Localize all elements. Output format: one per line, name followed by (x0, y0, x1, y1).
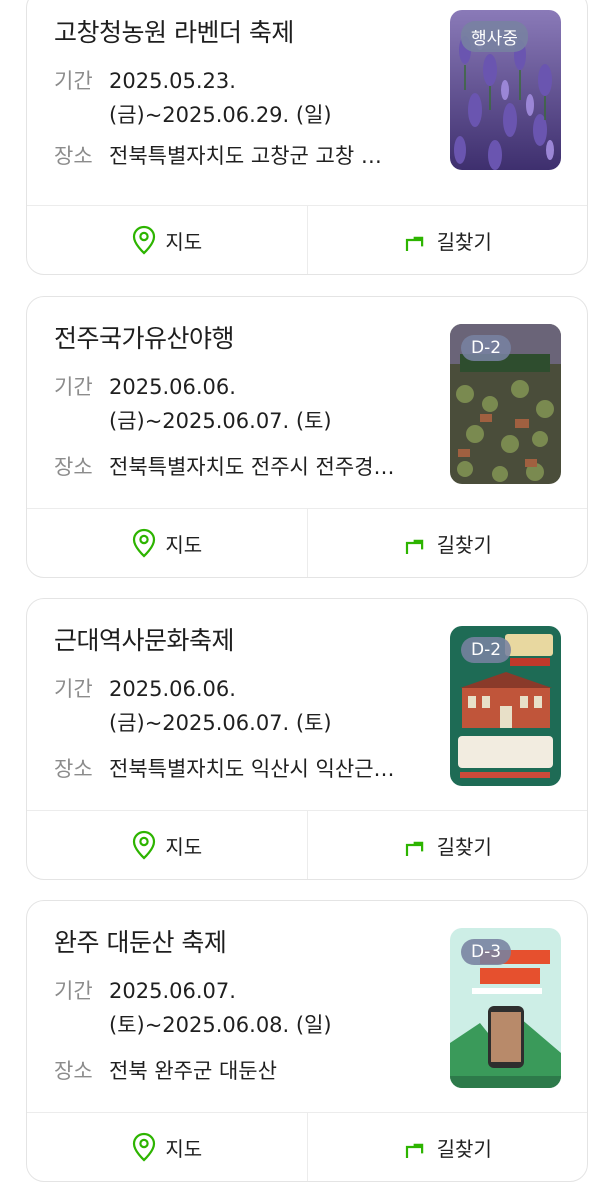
directions-button-label: 길찾기 (436, 229, 492, 254)
place-label: 장소 (54, 1059, 93, 1083)
place-label: 장소 (54, 455, 93, 479)
d-day-badge: D-2 (461, 637, 512, 663)
period-label: 기간 (54, 375, 93, 399)
card-actions: 지도 길찾기 (27, 810, 587, 879)
map-pin-icon (133, 1132, 156, 1162)
directions-arrow-icon (405, 1143, 423, 1158)
map-button[interactable]: 지도 (27, 206, 307, 274)
card-actions: 지도 길찾기 (27, 205, 587, 274)
event-card[interactable]: 고창청농원 라벤더 축제 기간 2025.05.23. (금)~2025.06.… (26, 0, 588, 275)
event-card[interactable]: 완주 대둔산 축제 기간 2025.06.07. (토)~2025.06.08.… (26, 900, 588, 1182)
map-pin-icon (133, 225, 156, 255)
card-actions: 지도 길찾기 (27, 508, 587, 577)
event-title[interactable]: 고창청농원 라벤더 축제 (54, 13, 294, 49)
map-button-label: 지도 (165, 532, 203, 557)
d-day-badge: D-2 (461, 335, 512, 361)
event-thumbnail[interactable]: D-2 (450, 324, 561, 484)
directions-button-label: 길찾기 (436, 834, 492, 859)
event-title[interactable]: 완주 대둔산 축제 (54, 923, 227, 959)
directions-arrow-icon (405, 236, 423, 251)
map-button[interactable]: 지도 (27, 1113, 307, 1181)
map-button-label: 지도 (165, 834, 203, 859)
place-label: 장소 (54, 757, 93, 781)
map-button[interactable]: 지도 (27, 811, 307, 879)
status-badge: 행사중 (461, 21, 528, 52)
directions-button-label: 길찾기 (436, 532, 492, 557)
period-label: 기간 (54, 677, 93, 701)
place-label: 장소 (54, 144, 93, 168)
card-actions: 지도 길찾기 (27, 1112, 587, 1181)
directions-arrow-icon (405, 841, 423, 856)
event-title[interactable]: 근대역사문화축제 (54, 621, 235, 657)
period-value: 2025.06.06. (금)~2025.06.07. (토) (109, 677, 332, 735)
event-thumbnail[interactable]: D-3 (450, 928, 561, 1088)
period-value: 2025.05.23. (금)~2025.06.29. (일) (109, 69, 332, 127)
event-title[interactable]: 전주국가유산야행 (54, 319, 235, 355)
directions-button[interactable]: 길찾기 (306, 509, 588, 577)
event-thumbnail[interactable]: 행사중 (450, 10, 561, 170)
place-value: 전북특별자치도 전주시 전주경기전 (109, 455, 399, 479)
period-value: 2025.06.07. (토)~2025.06.08. (일) (109, 979, 332, 1037)
map-pin-icon (133, 830, 156, 860)
map-button-label: 지도 (165, 229, 203, 254)
period-label: 기간 (54, 69, 93, 93)
event-thumbnail[interactable]: D-2 (450, 626, 561, 786)
map-button-label: 지도 (165, 1136, 203, 1161)
place-value: 전북 완주군 대둔산 (109, 1059, 277, 1083)
event-card[interactable]: 근대역사문화축제 기간 2025.06.06. (금)~2025.06.07. … (26, 598, 588, 880)
map-pin-icon (133, 528, 156, 558)
event-card[interactable]: 전주국가유산야행 기간 2025.06.06. (금)~2025.06.07. … (26, 296, 588, 578)
place-value: 전북특별자치도 고창군 고창 청농원 (109, 144, 399, 168)
map-button[interactable]: 지도 (27, 509, 307, 577)
d-day-badge: D-3 (461, 939, 512, 965)
directions-button[interactable]: 길찾기 (306, 1113, 588, 1181)
directions-button-label: 길찾기 (436, 1136, 492, 1161)
period-label: 기간 (54, 979, 93, 1003)
place-value: 전북특별자치도 익산시 익산근대역사관 (109, 757, 399, 781)
directions-arrow-icon (405, 539, 423, 554)
directions-button[interactable]: 길찾기 (306, 206, 588, 274)
directions-button[interactable]: 길찾기 (306, 811, 588, 879)
period-value: 2025.06.06. (금)~2025.06.07. (토) (109, 375, 332, 433)
